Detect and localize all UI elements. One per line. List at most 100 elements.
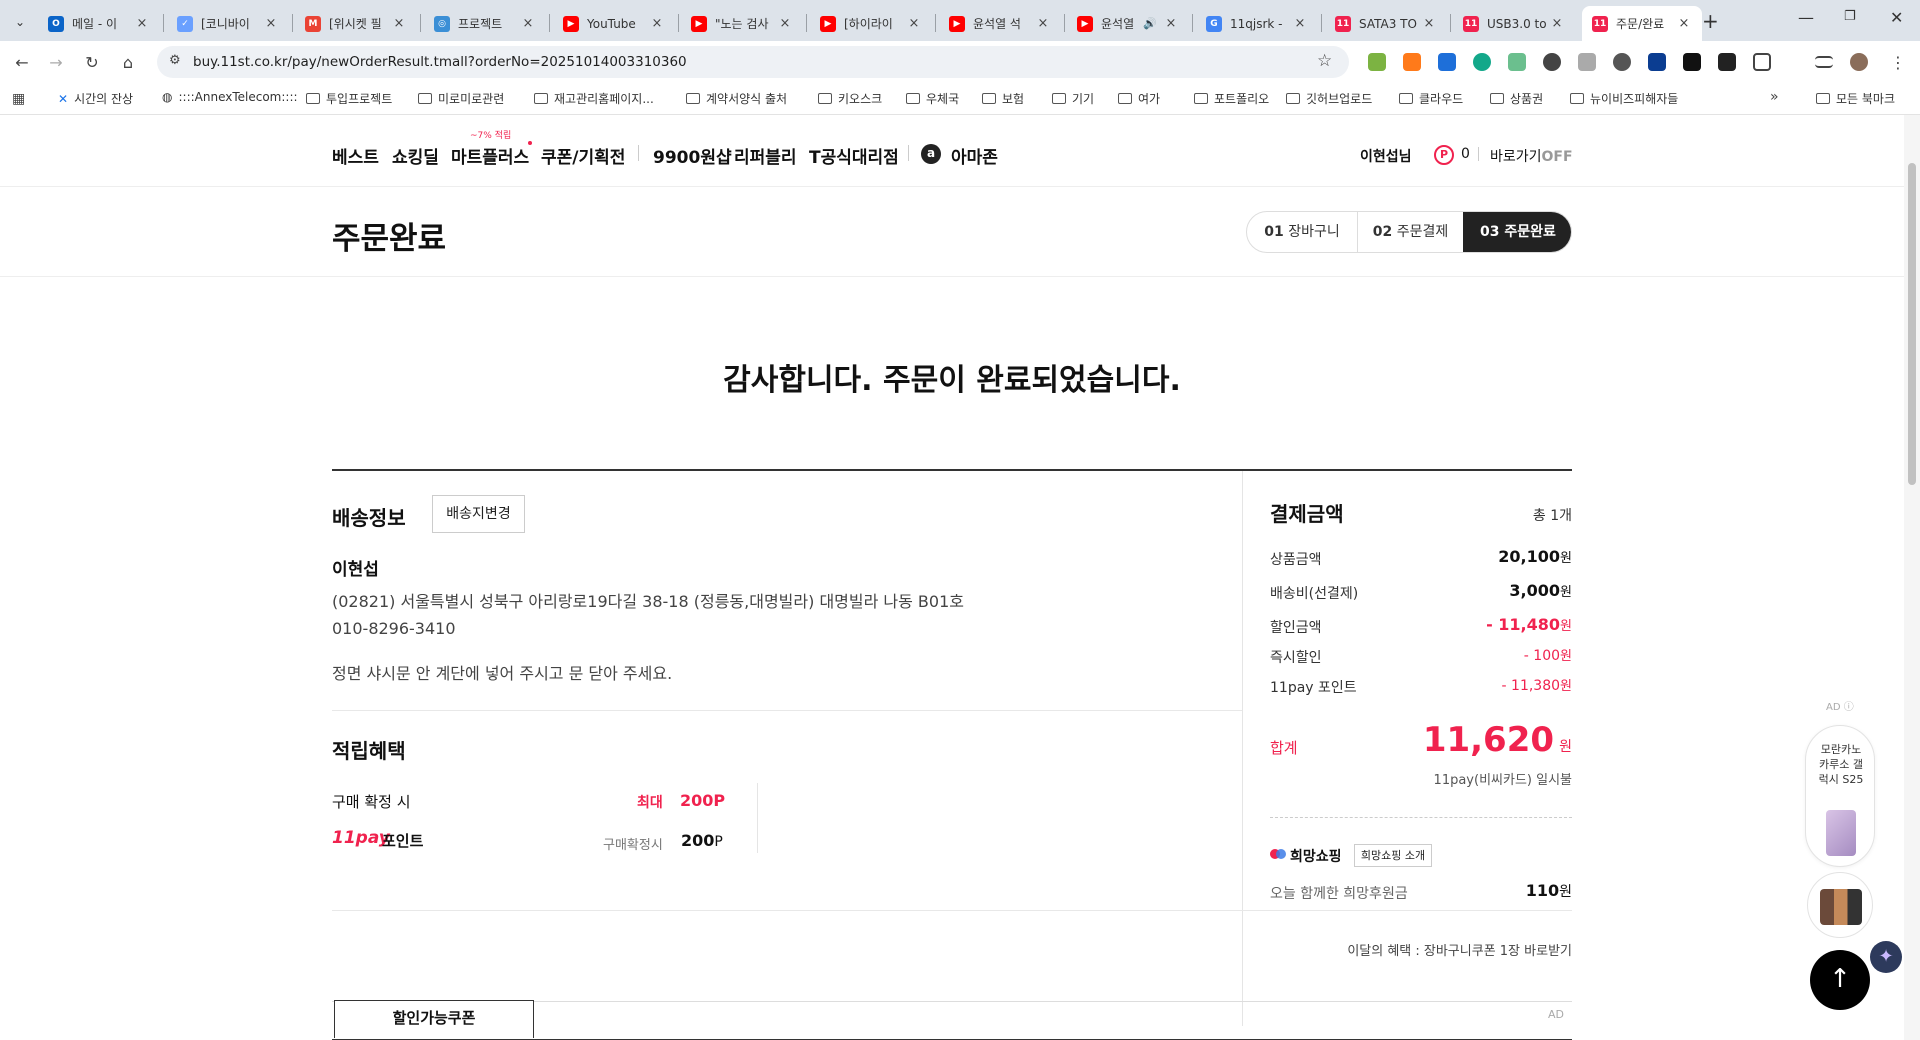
hope-shopping-intro-button[interactable]: 희망쇼핑 소개 [1354,844,1432,867]
extension-icon[interactable] [1473,53,1491,71]
extension-icon[interactable] [1438,53,1456,71]
all-bookmarks-folder[interactable]: 모든 북마크 [1816,90,1895,107]
bookmark-item[interactable]: ✕ 시간의 잔상 [58,90,133,107]
bookmark-item[interactable]: 재고관리홈페이지... [534,90,654,107]
bookmark-item[interactable]: 기기 [1052,90,1094,107]
tab-audio-icon[interactable]: 🔊 [1143,17,1157,30]
tab-search-button[interactable]: ⌄ [8,10,32,34]
more-bookmarks-icon[interactable]: » [1770,89,1779,105]
back-button[interactable]: ← [10,50,34,74]
nav-shocking-deal[interactable]: 쇼킹딜 [392,143,439,168]
tab-close-icon[interactable]: × [777,16,793,31]
forward-button[interactable]: → [44,50,68,74]
tab-close-icon[interactable]: × [1549,16,1565,31]
tab-close-icon[interactable]: × [391,16,407,31]
side-ad-card[interactable]: 모란카노 카루소 갤럭시 S25 [1805,725,1875,867]
bookmark-star-icon[interactable]: ☆ [1317,51,1332,71]
camera-extension-icon[interactable] [1578,53,1596,71]
browser-tab[interactable]: ▶ 윤석열 석 × [939,6,1061,41]
browser-tab[interactable]: 11 SATA3 TO × [1325,6,1447,41]
delivery-title: 배송정보 [332,506,406,530]
browser-tab[interactable]: 11 주문/완료 × [1582,6,1702,41]
tab-close-icon[interactable]: × [520,16,536,31]
point-count[interactable]: 0 [1461,146,1470,162]
extension-icon[interactable] [1718,53,1736,71]
nav-mart-plus[interactable]: 마트플러스 [451,143,529,168]
payment-row-value: - 11,480원 [1402,615,1572,634]
bookmark-item[interactable]: 우체국 [906,90,959,107]
browser-menu-icon[interactable]: ⋮ [1886,50,1910,74]
nav-t-official[interactable]: T공식대리점 [809,143,899,168]
minimize-button[interactable]: — [1798,8,1814,27]
tab-close-icon[interactable]: × [1163,16,1179,31]
nav-9900-shop[interactable]: 9900원샵 [653,143,732,168]
bookmark-item[interactable]: 클라우드 [1399,90,1463,107]
user-name[interactable]: 이현섭님 [1360,146,1412,166]
tab-close-icon[interactable]: × [1421,16,1437,31]
reload-button[interactable]: ↻ [80,50,104,74]
tab-close-icon[interactable]: × [1292,16,1308,31]
bookmark-item[interactable]: 투입프로젝트 [306,90,392,107]
browser-tab[interactable]: ▶ YouTube × [553,6,675,41]
new-tab-button[interactable]: + [1702,9,1719,33]
close-window-button[interactable]: ✕ [1890,8,1903,27]
scrollbar-thumb[interactable] [1908,163,1916,485]
bookmark-item[interactable]: 상품권 [1490,90,1543,107]
coupon-tab[interactable]: 할인가능쿠폰 [334,1000,534,1038]
extension-icon[interactable] [1683,53,1701,71]
tab-close-icon[interactable]: × [263,16,279,31]
monthly-benefit-link[interactable]: 이달의 혜택 : 장바구니쿠폰 1장 바로받기 [1172,940,1572,959]
browser-tab[interactable]: ◎ 프로젝트 × [424,6,546,41]
scroll-top-button[interactable]: ↑ [1810,950,1870,1010]
browser-tab[interactable]: O 메일 - 이 × [38,6,160,41]
bookmark-item[interactable]: 보험 [982,90,1024,107]
browser-tab[interactable]: ▶ [하이라이 × [810,6,932,41]
browser-tab[interactable]: G 11qjsrk - × [1196,6,1318,41]
bookmark-item[interactable]: 계약서양식 출처 [686,90,787,107]
extension-icon[interactable] [1613,53,1631,71]
bookmark-item[interactable]: 여가 [1118,90,1160,107]
ad-label: AD [1548,1008,1564,1021]
nav-best[interactable]: 베스트 [332,143,379,168]
browser-tab[interactable]: ▶ "노는 검사 × [681,6,803,41]
tab-title: 11qjsrk - [1230,16,1283,31]
media-control-icon[interactable] [1815,56,1833,68]
tab-close-icon[interactable]: × [906,16,922,31]
extension-icon[interactable] [1368,53,1386,71]
quick-link-toggle[interactable]: 바로가기OFF [1490,146,1573,166]
tab-close-icon[interactable]: × [1676,16,1692,31]
extensions-puzzle-icon[interactable] [1753,53,1771,71]
extension-icon[interactable] [1508,53,1526,71]
apps-grid-icon[interactable]: ▦ [12,91,25,107]
tab-close-icon[interactable]: × [134,16,150,31]
page-scrollbar[interactable] [1904,115,1920,1040]
hope-donation-unit: 원 [1559,884,1572,900]
bookmark-item[interactable]: ◍::::AnnexTelecom:::: [162,90,298,104]
profile-avatar[interactable] [1850,53,1868,71]
restore-button[interactable]: ❐ [1844,9,1856,24]
tab-close-icon[interactable]: × [649,16,665,31]
extension-icon[interactable] [1403,53,1421,71]
home-button[interactable]: ⌂ [116,50,140,74]
ai-assistant-icon[interactable]: ✦ [1870,941,1902,973]
bookmark-item[interactable]: 뉴이비즈피해자들 [1570,90,1678,107]
extension-icon[interactable] [1648,53,1666,71]
bookmark-item[interactable]: 미로미로관련 [418,90,504,107]
nav-amazon[interactable]: 아마존 [951,143,998,168]
change-address-button[interactable]: 배송지변경 [432,495,525,533]
browser-tab[interactable]: ▶ 윤석열 🔊 × [1067,6,1189,41]
extension-icon[interactable] [1543,53,1561,71]
bookmark-item[interactable]: 키오스크 [818,90,882,107]
bookmark-item[interactable]: 포트폴리오 [1194,90,1269,107]
site-info-icon[interactable]: ⚙ [169,53,181,68]
address-bar[interactable]: ⚙ buy.11st.co.kr/pay/newOrderResult.tmal… [157,46,1349,78]
recent-product-thumb[interactable] [1807,872,1873,938]
nav-coupon[interactable]: 쿠폰/기획전 [541,143,625,168]
nav-refurbly[interactable]: 리퍼블리 [734,143,797,168]
browser-tab[interactable]: 11 USB3.0 to × [1453,6,1575,41]
browser-tab[interactable]: M [위시켓 필 × [295,6,417,41]
max-reward-value: 200P [680,791,726,810]
bookmark-item[interactable]: 깃허브업로드 [1286,90,1372,107]
browser-tab[interactable]: ✓ [코니바이 × [167,6,289,41]
tab-close-icon[interactable]: × [1035,16,1051,31]
